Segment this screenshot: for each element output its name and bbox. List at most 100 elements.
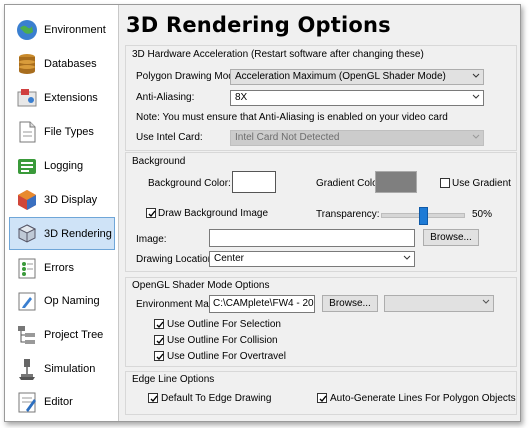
drawing-location-select[interactable]: Center xyxy=(209,251,415,267)
sidebar-item-op-naming[interactable]: Op Naming xyxy=(10,285,114,316)
checkmark-icon xyxy=(156,337,164,345)
sidebar-item-label: File Types xyxy=(44,125,94,138)
draw-background-image-label: Draw Background Image xyxy=(158,208,269,219)
sidebar-item-3d-display[interactable]: 3D Display xyxy=(10,184,114,215)
outline-collision-checkbox[interactable] xyxy=(154,335,164,345)
edge-line-group: Edge Line Options Default To Edge Drawin… xyxy=(125,371,517,415)
use-gradient-checkbox[interactable] xyxy=(440,178,450,188)
extensions-icon xyxy=(15,86,39,110)
checkmark-icon xyxy=(319,395,327,403)
options-window: Environment Databases Extensions File Ty… xyxy=(4,4,521,422)
default-edge-drawing-label: Default To Edge Drawing xyxy=(161,393,272,404)
outline-collision-label: Use Outline For Collision xyxy=(167,335,278,346)
image-browse-button[interactable]: Browse... xyxy=(423,229,479,246)
page-title: 3D Rendering Options xyxy=(126,13,391,37)
anti-aliasing-note: Note: You must ensure that Anti-Aliasing… xyxy=(136,112,448,123)
sidebar-item-label: Extensions xyxy=(44,91,98,104)
image-path-input[interactable] xyxy=(209,229,415,247)
cube-icon xyxy=(15,188,39,212)
gradient-color-label: Gradient Color: xyxy=(316,178,384,189)
file-icon xyxy=(15,120,39,144)
image-label: Image: xyxy=(136,234,167,245)
chevron-down-icon xyxy=(472,134,480,139)
errors-icon xyxy=(15,256,39,280)
chevron-down-icon xyxy=(472,94,480,99)
sidebar-item-label: Databases xyxy=(44,57,97,70)
environment-map-browse-button[interactable]: Browse... xyxy=(322,295,378,312)
sidebar-item-label: Logging xyxy=(44,159,84,172)
op-naming-icon xyxy=(15,289,39,313)
outline-overtravel-label: Use Outline For Overtravel xyxy=(167,351,286,362)
sidebar-item-label: Simulation xyxy=(44,362,96,375)
environment-map-label: Environment Map: xyxy=(136,299,218,310)
sidebar-item-label: Environment xyxy=(44,23,106,36)
hw-acceleration-group: 3D Hardware Acceleration (Restart softwa… xyxy=(125,45,517,151)
sidebar-item-3d-rendering[interactable]: 3D Rendering xyxy=(9,217,115,250)
shader-options-group: OpenGL Shader Mode Options Environment M… xyxy=(125,277,517,367)
sidebar-item-label: Errors xyxy=(44,261,74,274)
main-panel: 3D Rendering Options 3D Hardware Acceler… xyxy=(119,5,520,421)
gradient-color-swatch[interactable] xyxy=(375,171,417,193)
sidebar-item-file-types[interactable]: File Types xyxy=(10,116,114,147)
polygon-mode-value: Acceleration Maximum (OpenGL Shader Mode… xyxy=(235,71,446,82)
anti-aliasing-select[interactable]: 8X xyxy=(230,90,484,106)
render-icon xyxy=(15,222,39,246)
sidebar-item-label: Project Tree xyxy=(44,328,104,341)
sidebar-item-editor[interactable]: Editor xyxy=(10,386,114,417)
sidebar-item-errors[interactable]: Errors xyxy=(10,252,114,283)
background-group-title: Background xyxy=(132,156,186,167)
background-color-label: Background Color: xyxy=(148,178,231,189)
outline-overtravel-checkbox[interactable] xyxy=(154,351,164,361)
sidebar-item-label: 3D Display xyxy=(44,193,98,206)
checkmark-icon xyxy=(156,353,164,361)
tree-icon xyxy=(15,323,39,347)
chevron-down-icon xyxy=(482,299,490,304)
chevron-down-icon xyxy=(472,73,480,78)
environment-map-select[interactable] xyxy=(384,295,494,312)
checkmark-icon xyxy=(156,321,164,329)
default-edge-drawing-checkbox[interactable] xyxy=(148,393,158,403)
simulation-icon xyxy=(15,357,39,381)
transparency-value: 50% xyxy=(472,209,493,220)
polygon-mode-select[interactable]: Acceleration Maximum (OpenGL Shader Mode… xyxy=(230,69,484,85)
environment-map-input[interactable]: C:\CAMplete\FW4 - 2019 D xyxy=(209,295,315,313)
checkmark-icon xyxy=(150,395,158,403)
draw-background-image-checkbox[interactable] xyxy=(146,208,156,218)
use-gradient-label: Use Gradient xyxy=(452,178,511,189)
sidebar-item-label: 3D Rendering xyxy=(44,227,112,240)
auto-generate-lines-label: Auto-Generate Lines For Polygon Objects xyxy=(330,393,516,404)
transparency-slider[interactable] xyxy=(381,207,465,225)
intel-card-select[interactable]: Intel Card Not Detected xyxy=(230,130,484,146)
drawing-location-label: Drawing Location: xyxy=(136,254,217,265)
sidebar-item-logging[interactable]: Logging xyxy=(10,150,114,181)
polygon-mode-label: Polygon Drawing Mode: xyxy=(136,71,243,82)
shader-group-title: OpenGL Shader Mode Options xyxy=(132,280,270,291)
sidebar-item-environment[interactable]: Environment xyxy=(10,14,114,45)
checkmark-icon xyxy=(148,210,156,218)
intel-card-label: Use Intel Card: xyxy=(136,132,203,143)
database-icon xyxy=(15,52,39,76)
transparency-slider-thumb[interactable] xyxy=(419,207,428,225)
background-group: Background Background Color: Gradient Co… xyxy=(125,152,517,272)
edge-group-title: Edge Line Options xyxy=(132,374,215,385)
sidebar-item-databases[interactable]: Databases xyxy=(10,48,114,79)
anti-aliasing-value: 8X xyxy=(235,92,248,103)
intel-card-value: Intel Card Not Detected xyxy=(235,132,340,143)
auto-generate-lines-checkbox[interactable] xyxy=(317,393,327,403)
logging-icon xyxy=(15,154,39,178)
sidebar-item-simulation[interactable]: Simulation xyxy=(10,353,114,384)
background-color-swatch[interactable] xyxy=(232,171,276,193)
editor-icon xyxy=(15,390,39,414)
sidebar-item-label: Op Naming xyxy=(44,294,100,307)
sidebar: Environment Databases Extensions File Ty… xyxy=(5,5,119,421)
sidebar-item-label: Editor xyxy=(44,395,73,408)
anti-aliasing-label: Anti-Aliasing: xyxy=(136,92,195,103)
transparency-label: Transparency: xyxy=(316,209,380,220)
drawing-location-value: Center xyxy=(214,253,245,264)
globe-icon xyxy=(15,18,39,42)
outline-selection-checkbox[interactable] xyxy=(154,319,164,329)
sidebar-item-extensions[interactable]: Extensions xyxy=(10,82,114,113)
outline-selection-label: Use Outline For Selection xyxy=(167,319,281,330)
sidebar-item-project-tree[interactable]: Project Tree xyxy=(10,319,114,350)
hw-group-title: 3D Hardware Acceleration (Restart softwa… xyxy=(132,49,424,60)
